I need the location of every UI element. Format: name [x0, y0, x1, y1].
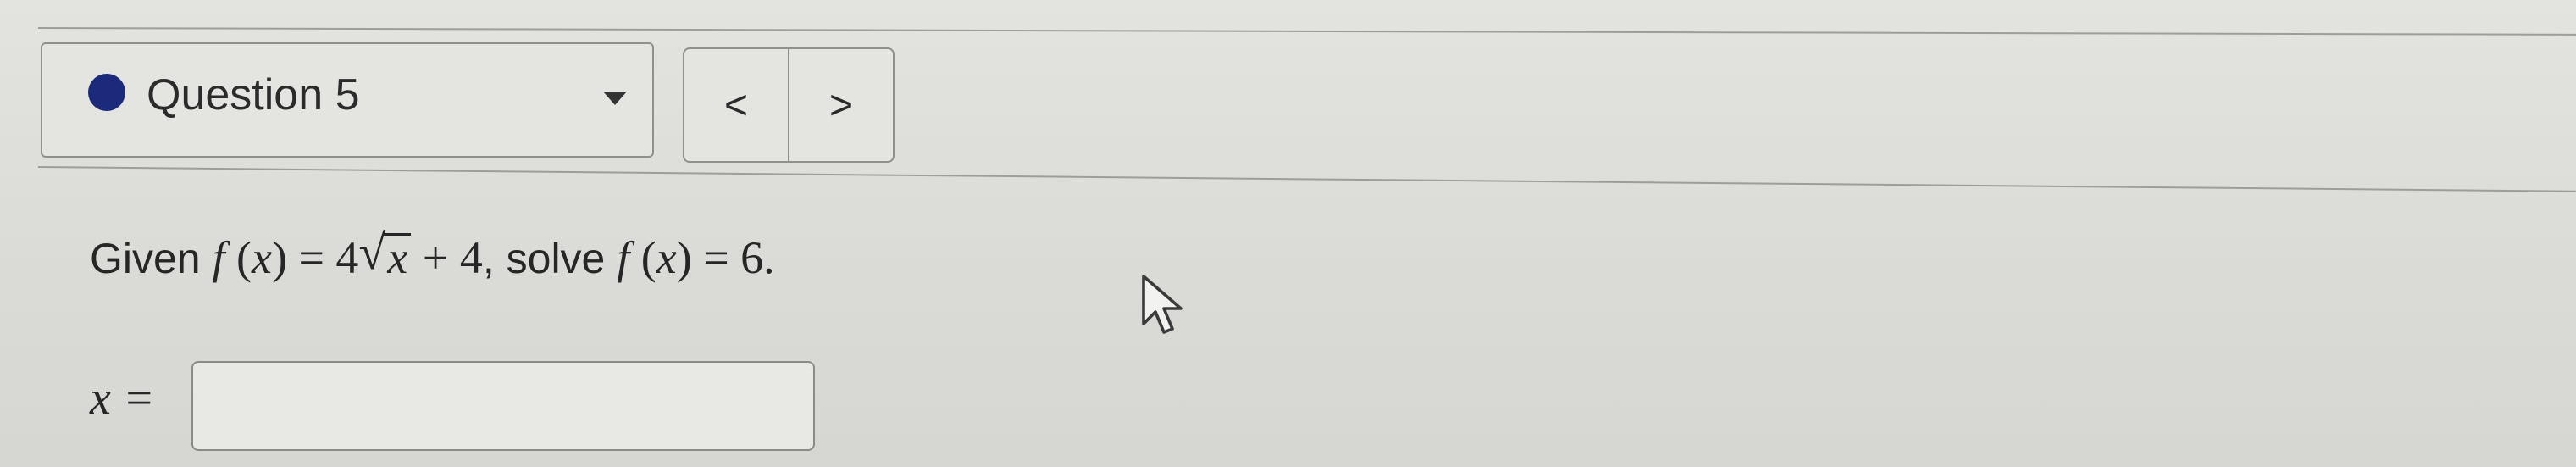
previous-question-button[interactable]: <: [684, 49, 789, 161]
radicand: x: [387, 232, 408, 283]
radical-sign-icon: √: [358, 225, 386, 280]
question-label: Question 5: [147, 70, 360, 120]
solve-function-name: f: [617, 232, 630, 283]
square-root: √ x: [358, 225, 412, 285]
answer-input[interactable]: [191, 361, 815, 451]
chevron-right-icon: >: [828, 82, 854, 128]
solve-paren-open: (: [629, 232, 656, 283]
next-question-button[interactable]: >: [789, 49, 893, 161]
question-prompt: Given f (x) = 4 √ x + 4, solve f (x) = 6.: [90, 225, 775, 286]
prompt-prefix: Given: [90, 235, 213, 282]
mouse-pointer-icon: [1142, 275, 1183, 334]
solve-equation: f (x) = 6.: [617, 232, 774, 283]
solve-rhs: ) = 6.: [676, 232, 775, 283]
paren-open: (: [224, 232, 252, 283]
function-name: f: [212, 232, 225, 283]
answer-label: x =: [90, 372, 155, 425]
definition-coefficient: ) = 4: [271, 232, 359, 283]
plus-term: + 4: [411, 232, 483, 283]
screen: Question 5 < > Given f (x) = 4 √ x + 4, so…: [0, 0, 2576, 467]
function-definition: f (x) = 4 √ x + 4: [212, 225, 483, 285]
prompt-connector: , solve: [482, 235, 618, 282]
question-dropdown[interactable]: Question 5: [41, 42, 654, 158]
top-divider: [37, 27, 2576, 36]
caret-down-icon: [603, 92, 627, 105]
function-variable: x: [252, 232, 272, 283]
solve-variable: x: [656, 232, 677, 283]
chevron-left-icon: <: [723, 82, 749, 128]
status-dot-icon: [88, 74, 125, 111]
section-divider: [37, 166, 2576, 192]
question-navigation: < >: [683, 47, 895, 163]
